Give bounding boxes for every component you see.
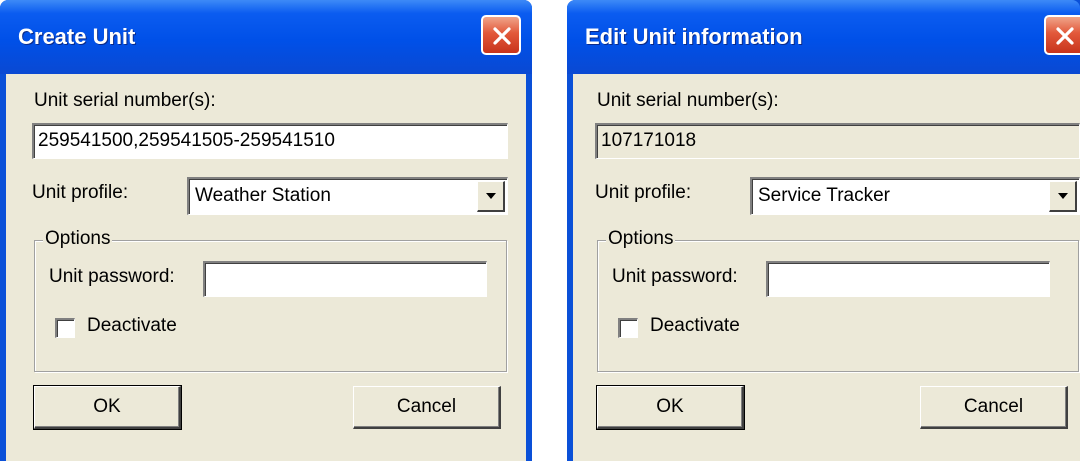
password-label: Unit password: — [612, 266, 738, 287]
unit-profile-select[interactable]: Weather Station — [187, 177, 508, 215]
edit-unit-dialog: Edit Unit information Unit serial number… — [567, 0, 1080, 461]
password-input[interactable] — [203, 261, 487, 297]
close-button[interactable] — [1044, 15, 1080, 55]
close-button[interactable] — [481, 15, 521, 55]
serial-number-input[interactable]: 259541500,259541505-259541510 — [32, 123, 508, 159]
ok-button[interactable]: OK — [33, 385, 182, 430]
unit-profile-select[interactable]: Service Tracker — [750, 177, 1080, 215]
profile-label: Unit profile: — [595, 182, 692, 203]
ok-button-label: OK — [656, 396, 684, 417]
close-x-icon — [1056, 27, 1074, 45]
deactivate-checkbox[interactable] — [618, 318, 638, 338]
password-label: Unit password: — [49, 266, 175, 287]
password-input[interactable] — [766, 261, 1050, 297]
options-title: Options — [606, 228, 676, 250]
serial-number-input[interactable]: 107171018 — [595, 123, 1080, 159]
unit-profile-value: Weather Station — [195, 185, 331, 206]
dialog-body: Unit serial number(s): 259541500,2595415… — [6, 74, 526, 461]
options-title: Options — [43, 228, 113, 250]
options-group: Options Unit password: Deactivate — [597, 228, 1079, 372]
cancel-button[interactable]: Cancel — [353, 386, 501, 429]
deactivate-label[interactable]: Deactivate — [87, 315, 177, 337]
unit-profile-value: Service Tracker — [758, 185, 890, 206]
cancel-button-label: Cancel — [396, 396, 457, 417]
chevron-down-icon — [486, 193, 496, 199]
title-bar[interactable]: Create Unit — [0, 0, 532, 74]
serial-label: Unit serial number(s): — [597, 90, 779, 111]
title-bar[interactable]: Edit Unit information — [567, 0, 1080, 74]
profile-label: Unit profile: — [32, 182, 129, 203]
dropdown-button[interactable] — [477, 181, 505, 212]
serial-label: Unit serial number(s): — [34, 90, 216, 111]
deactivate-checkbox[interactable] — [55, 318, 75, 338]
ok-button-label: OK — [93, 396, 121, 417]
deactivate-label[interactable]: Deactivate — [650, 315, 740, 337]
cancel-button[interactable]: Cancel — [920, 386, 1068, 429]
create-unit-dialog: Create Unit Unit serial number(s): 25954… — [0, 0, 532, 461]
dialog-title: Edit Unit information — [585, 24, 803, 49]
options-group: Options Unit password: Deactivate — [34, 228, 507, 372]
dialog-body: Unit serial number(s): 107171018 Unit pr… — [573, 74, 1080, 461]
dialog-title: Create Unit — [18, 24, 136, 49]
close-x-icon — [493, 27, 511, 45]
ok-button[interactable]: OK — [596, 385, 745, 430]
chevron-down-icon — [1058, 193, 1068, 199]
cancel-button-label: Cancel — [963, 396, 1024, 417]
dropdown-button[interactable] — [1049, 181, 1077, 212]
